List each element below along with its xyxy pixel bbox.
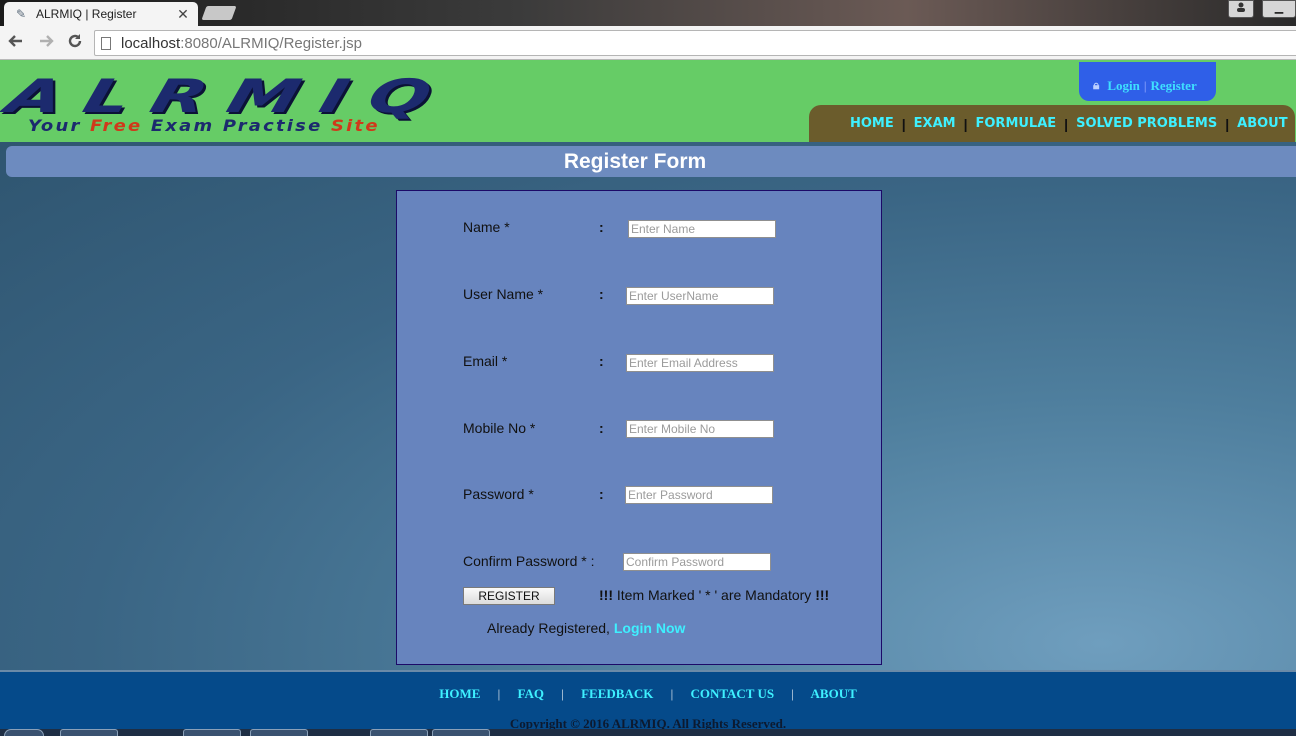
logo-tagline: Your Free Exam Practise Site — [28, 116, 380, 135]
user-icon[interactable] — [1228, 0, 1254, 18]
main-content: Register Form Name * : User Name * : Ema… — [0, 142, 1296, 670]
login-now-link[interactable]: Login Now — [614, 620, 686, 636]
username-input[interactable] — [626, 287, 774, 305]
nav-separator: | — [901, 115, 906, 132]
tab-close-icon[interactable]: ✕ — [176, 6, 190, 23]
logo-wordmark: ALRMIQ — [0, 69, 460, 123]
taskbar-app[interactable] — [432, 729, 490, 736]
footer-link-contact-us[interactable]: CONTACT US — [690, 686, 774, 701]
footer-separator: | — [497, 686, 501, 701]
nav-solved-problems[interactable]: SOLVED PROBLEMS — [1076, 116, 1217, 131]
footer-separator: | — [791, 686, 794, 701]
footer-nav: HOME | FAQ | FEEDBACK | CONTACT US | ABO… — [0, 686, 1296, 702]
main-nav: HOME | EXAM | FORMULAE | SOLVED PROBLEMS… — [809, 105, 1295, 142]
start-button[interactable] — [4, 729, 44, 736]
back-arrow-icon[interactable] — [4, 31, 28, 55]
auth-links: 🔒︎ Login | Register — [1079, 62, 1216, 101]
nav-about[interactable]: ABOUT — [1237, 116, 1287, 131]
nav-home[interactable]: HOME — [850, 116, 894, 131]
page-favicon-icon: ✎ — [16, 7, 27, 21]
name-input[interactable] — [628, 220, 776, 238]
forward-arrow-icon[interactable] — [34, 31, 58, 55]
new-tab-button[interactable] — [201, 6, 237, 20]
site-footer: HOME | FAQ | FEEDBACK | CONTACT US | ABO… — [0, 670, 1296, 736]
nav-separator: | — [1225, 115, 1230, 132]
email-input[interactable] — [626, 354, 774, 372]
browser-tab[interactable]: ✎ ALRMIQ | Register ✕ — [4, 2, 198, 26]
username-label: User Name * — [463, 286, 544, 302]
already-registered-text: Already Registered, Login Now — [487, 620, 686, 636]
browser-titlebar: ✎ ALRMIQ | Register ✕ ▁ — [0, 0, 1296, 26]
footer-link-feedback[interactable]: FEEDBACK — [581, 686, 653, 701]
reload-icon[interactable] — [63, 31, 87, 55]
footer-link-faq[interactable]: FAQ — [518, 686, 544, 701]
nav-separator: | — [1064, 115, 1069, 132]
form-title-bar: Register Form — [6, 146, 1296, 177]
footer-separator: | — [670, 686, 674, 701]
nav-formulae[interactable]: FORMULAE — [976, 116, 1057, 131]
field-colon: : — [599, 486, 604, 502]
browser-toolbar: localhost:8080/ALRMIQ/Register.jsp — [0, 26, 1296, 60]
password-input[interactable] — [625, 486, 773, 504]
mobile-label: Mobile No * — [463, 420, 536, 436]
footer-link-home[interactable]: HOME — [439, 686, 480, 701]
login-link[interactable]: Login — [1107, 78, 1140, 94]
confirm-password-label: Confirm Password * : — [463, 553, 595, 569]
mobile-input[interactable] — [626, 420, 774, 438]
address-bar[interactable]: localhost:8080/ALRMIQ/Register.jsp — [94, 30, 1296, 56]
minimize-window-button[interactable]: ▁ — [1262, 0, 1296, 18]
email-label: Email * — [463, 353, 508, 369]
taskbar-app[interactable] — [250, 729, 308, 736]
confirm-password-input[interactable] — [623, 553, 771, 571]
field-colon: : — [599, 353, 604, 369]
footer-separator: | — [561, 686, 564, 701]
name-label: Name * — [463, 219, 510, 235]
taskbar-app[interactable] — [183, 729, 241, 736]
auth-separator: | — [1143, 77, 1147, 93]
site-logo[interactable]: ALRMIQ Your Free Exam Practise Site — [1, 69, 526, 136]
mandatory-note: !!! Item Marked ' * ' are Mandatory !!! — [599, 587, 830, 603]
footer-link-about[interactable]: ABOUT — [811, 686, 857, 701]
register-button[interactable]: REGISTER — [463, 587, 555, 605]
nav-exam[interactable]: EXAM — [914, 116, 956, 131]
taskbar-app[interactable] — [60, 729, 118, 736]
tab-title: ALRMIQ | Register — [36, 7, 137, 21]
field-colon: : — [599, 420, 604, 436]
password-label: Password * — [463, 486, 534, 502]
os-taskbar — [0, 729, 1296, 736]
taskbar-app[interactable] — [370, 729, 428, 736]
lock-icon: 🔒︎ — [1093, 78, 1100, 92]
register-form: Name * : User Name * : Email * : Mobile … — [396, 190, 882, 665]
nav-separator: | — [963, 115, 968, 132]
url-text: localhost:8080/ALRMIQ/Register.jsp — [121, 34, 362, 52]
register-link[interactable]: Register — [1151, 78, 1197, 94]
page-title: Register Form — [563, 150, 707, 173]
field-colon: : — [599, 286, 604, 302]
field-colon: : — [599, 219, 604, 235]
page-icon — [101, 36, 111, 50]
